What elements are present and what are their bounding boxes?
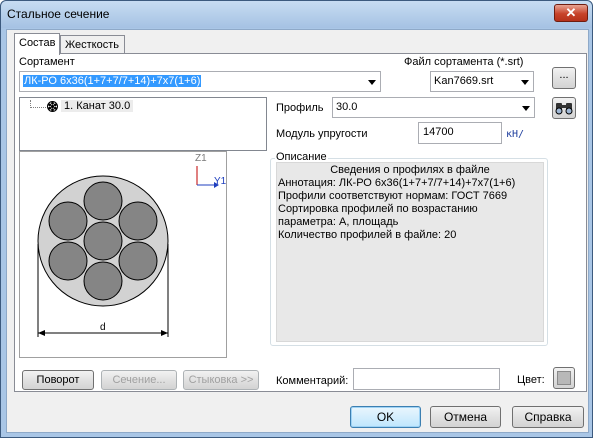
axis-z-label: Z1 [195, 153, 207, 164]
sortament-label: Сортамент [19, 56, 75, 68]
window-title: Стальное сечение [7, 7, 110, 21]
profile-combo[interactable]: 30.0 [332, 97, 535, 118]
rope-section-icon [47, 101, 58, 112]
description-line: Аннотация: ЛК-РО 6х36(1+7+7/7+14)+7х7(1+… [278, 177, 516, 189]
view-profile-button[interactable] [552, 97, 576, 119]
description-box: Сведения о профилях в файле Аннотация: Л… [276, 162, 544, 342]
close-button[interactable]: ✕ [554, 4, 588, 22]
sortament-combo[interactable]: ЛК-РО 6х36(1+7+7/7+14)+7х7(1+6) [19, 71, 381, 92]
sortament-value: ЛК-РО 6х36(1+7+7/7+14)+7х7(1+6) [23, 75, 202, 87]
profile-value: 30.0 [336, 101, 358, 113]
browse-file-button[interactable]: ... [552, 67, 576, 89]
chevron-down-icon[interactable] [522, 106, 530, 111]
section-drawing [37, 166, 219, 337]
modulus-input[interactable]: 14700 [418, 122, 502, 144]
tab-zhestkost[interactable]: Жесткость [60, 35, 125, 55]
color-swatch [557, 371, 571, 385]
file-value: Kan7669.srt [434, 75, 494, 87]
binoculars-icon [555, 103, 573, 115]
color-label: Цвет: [517, 374, 545, 386]
rotate-button[interactable]: Поворот [22, 370, 94, 390]
chevron-down-icon[interactable] [368, 80, 376, 85]
comment-label: Комментарий: [276, 375, 349, 387]
modulus-label: Модуль упругости [276, 128, 368, 140]
description-line: Профили соответствуют нормам: ГОСТ 7669 [278, 190, 508, 202]
axis-y-label: Y1 [214, 176, 227, 187]
description-heading: Сведения о профилях в файле [330, 164, 490, 176]
color-picker-button[interactable] [553, 367, 575, 389]
ok-button[interactable]: OK [350, 406, 421, 428]
help-button[interactable]: Справка [512, 406, 584, 428]
file-label: Файл сортамента (*.srt) [404, 56, 524, 68]
chevron-down-icon[interactable] [521, 80, 529, 85]
section-tree: 1. Канат 30.0 [19, 97, 267, 151]
tree-item-kanat[interactable]: 1. Канат 30.0 [61, 100, 134, 112]
comment-input[interactable] [353, 368, 500, 390]
modulus-unit: кН/ [506, 129, 525, 140]
file-combo[interactable]: Kan7669.srt [430, 71, 534, 92]
title-bar[interactable]: Стальное сечение ✕ [1, 1, 592, 28]
tab-panel-sostav: Сортамент ЛК-РО 6х36(1+7+7/7+14)+7х7(1+6… [14, 53, 587, 392]
description-line: Сортировка профилей по возрастанию [278, 203, 478, 215]
tree-connector [30, 107, 46, 108]
description-line: Количество профилей в файле: 20 [278, 229, 457, 241]
description-line: параметра: А, площадь [278, 216, 399, 228]
profile-label: Профиль [276, 102, 324, 114]
section-preview: Z1 Y1 d [19, 151, 227, 358]
dialog-window: Стальное сечение ✕ Состав Жесткость Сорт… [0, 0, 593, 438]
dialog-client: Состав Жесткость Сортамент ЛК-РО 6х36(1+… [6, 29, 589, 433]
section-button[interactable]: Сечение... [101, 370, 177, 390]
modulus-value: 14700 [423, 126, 454, 138]
cancel-button[interactable]: Отмена [430, 406, 501, 428]
tab-sostav[interactable]: Состав [14, 33, 60, 55]
tree-connector [30, 100, 31, 108]
dimension-label: d [100, 322, 106, 333]
assembly-button[interactable]: Стыковка >> [183, 370, 259, 390]
